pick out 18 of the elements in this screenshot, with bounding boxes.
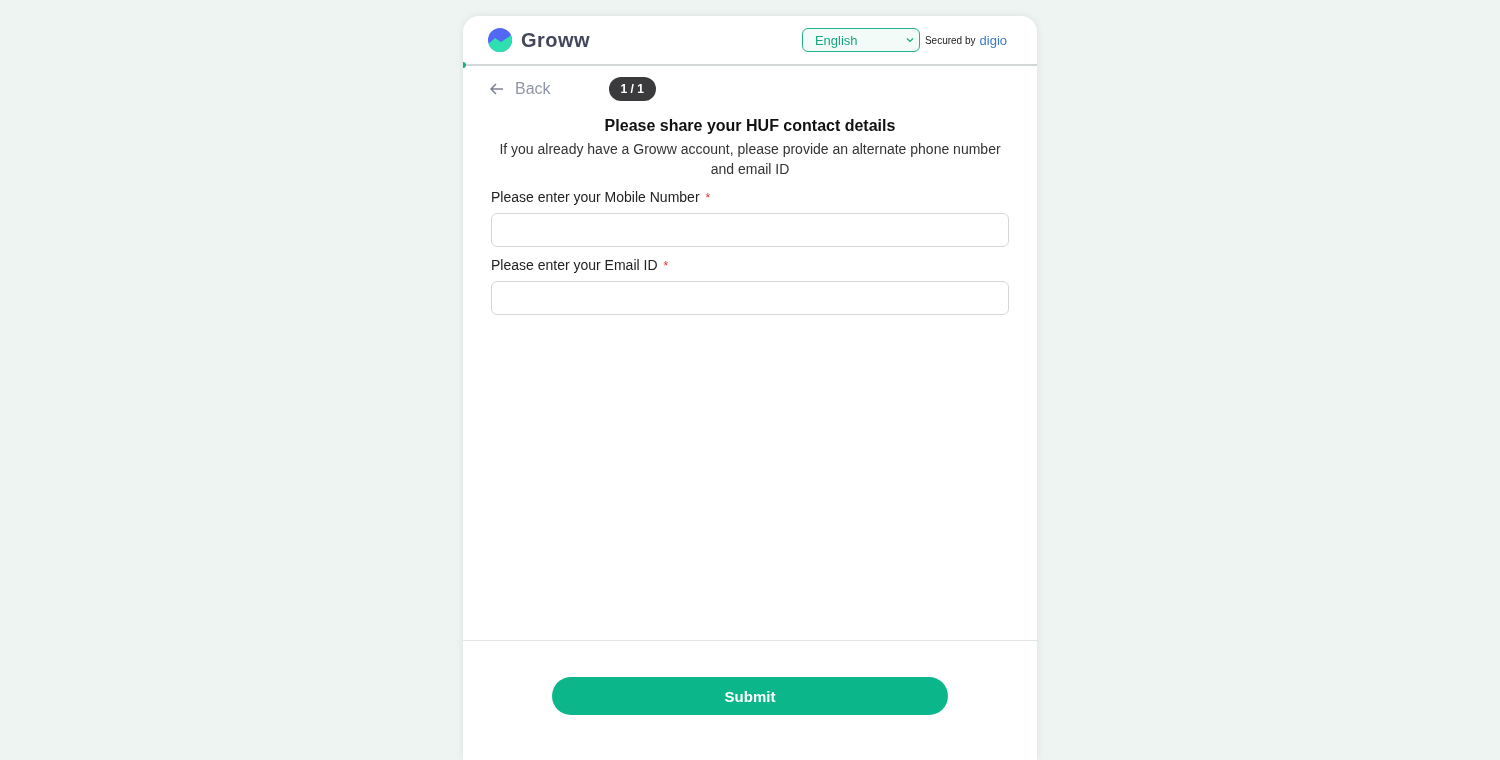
field-label: Please enter your Email ID	[491, 257, 658, 273]
form-title: Please share your HUF contact details	[603, 117, 897, 135]
back-link[interactable]: Back	[489, 80, 551, 98]
provider-name: digio	[979, 32, 1007, 48]
chevron-down-icon	[904, 35, 915, 45]
language-select[interactable]: English	[801, 28, 920, 52]
form-subtitle: If you already have a Groww account, please provide an alternate phone number and email ID	[498, 140, 1002, 179]
required-mark: *	[705, 191, 711, 205]
back-arrow-icon	[489, 81, 505, 97]
logo-icon	[487, 27, 513, 53]
brand-name: Groww	[521, 28, 591, 52]
submit-button[interactable]: Submit	[552, 677, 948, 715]
input-field[interactable]	[491, 213, 1009, 247]
secured-by-label: Secured by	[924, 34, 976, 46]
step-counter: 1 / 1	[608, 77, 656, 101]
required-mark: *	[663, 259, 669, 273]
field-label: Please enter your Mobile Number	[491, 189, 700, 205]
input-field[interactable]	[491, 281, 1009, 315]
